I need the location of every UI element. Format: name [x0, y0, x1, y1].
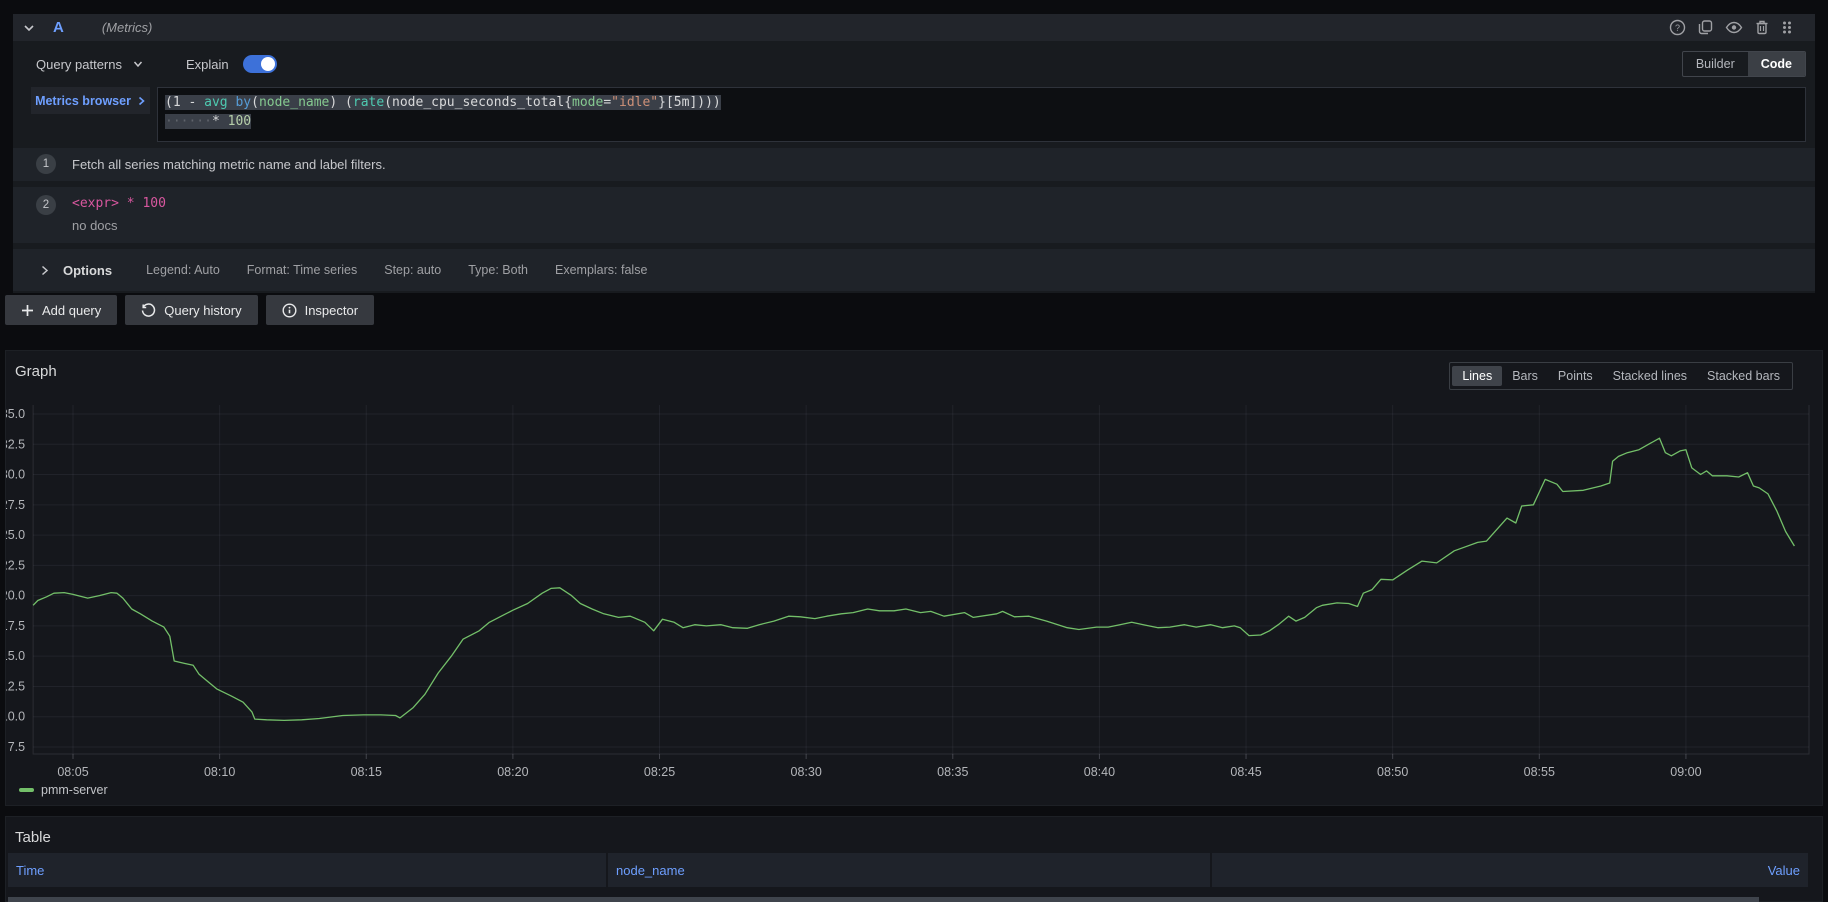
legend-series-label: pmm-server: [41, 783, 108, 797]
inspector-label: Inspector: [305, 303, 358, 318]
svg-text:22.5: 22.5: [6, 558, 25, 572]
svg-text:7.5: 7.5: [8, 740, 25, 754]
svg-text:17.5: 17.5: [6, 619, 25, 633]
metrics-browser-label: Metrics browser: [35, 94, 131, 108]
svg-text:25.0: 25.0: [6, 528, 25, 542]
svg-text:08:25: 08:25: [644, 765, 675, 779]
add-query-button[interactable]: Add query: [5, 295, 117, 325]
trash-icon[interactable]: [1754, 19, 1770, 36]
graph-panel: Graph Lines Bars Points Stacked lines St…: [5, 350, 1823, 806]
info-icon: [282, 303, 297, 318]
explain-expression: <expr> * 100: [72, 196, 166, 211]
svg-text:15.0: 15.0: [6, 649, 25, 663]
table-panel: Table Time node_name Value: [5, 816, 1823, 902]
query-history-label: Query history: [164, 303, 241, 318]
step-number-badge: 2: [36, 195, 56, 215]
options-label: Options: [63, 263, 112, 278]
copy-icon[interactable]: [1697, 19, 1714, 36]
svg-text:08:30: 08:30: [791, 765, 822, 779]
datasource-hint: (Metrics): [102, 20, 153, 35]
option-step: Step: auto: [384, 263, 441, 277]
svg-text:08:55: 08:55: [1524, 765, 1555, 779]
table-column-node-name[interactable]: node_name: [608, 853, 1210, 887]
svg-text:08:35: 08:35: [937, 765, 968, 779]
explain-toggle[interactable]: [243, 55, 277, 73]
promql-code-editor[interactable]: (1 - avg by(node_name) (rate(node_cpu_se…: [157, 87, 1806, 142]
svg-text:20.0: 20.0: [6, 589, 25, 603]
option-type: Type: Both: [468, 263, 528, 277]
svg-text:?: ?: [1675, 23, 1680, 33]
table-column-time[interactable]: Time: [8, 853, 606, 887]
explore-actions: Add query Query history Inspector: [5, 295, 374, 325]
explore-page: A (Metrics) ? Query: [0, 0, 1828, 902]
table-panel-title: Table: [15, 829, 51, 846]
collapse-chevron-down-icon[interactable]: [22, 21, 36, 35]
query-patterns-button[interactable]: Query patterns: [36, 57, 122, 72]
explain-no-docs: no docs: [72, 218, 118, 233]
query-editor-card: A (Metrics) ? Query: [13, 14, 1815, 293]
explain-label: Explain: [186, 57, 229, 72]
svg-text:30.0: 30.0: [6, 468, 25, 482]
builder-mode-button[interactable]: Builder: [1683, 52, 1748, 76]
eye-icon[interactable]: [1725, 19, 1743, 36]
options-chevron-right-icon[interactable]: [39, 265, 50, 276]
editor-mode-switch: Builder Code: [1682, 51, 1806, 77]
table-header-row: Time node_name Value: [8, 853, 1808, 887]
legend-swatch: [19, 788, 34, 792]
code-line-1: (1 - avg by(node_name) (rate(node_cpu_se…: [165, 95, 721, 110]
history-icon: [141, 303, 156, 318]
query-history-button[interactable]: Query history: [125, 295, 257, 325]
svg-text:35.0: 35.0: [6, 407, 25, 421]
query-row-header[interactable]: A (Metrics) ?: [13, 14, 1815, 41]
explain-step-text: Fetch all series matching metric name an…: [72, 157, 386, 172]
svg-text:32.5: 32.5: [6, 437, 25, 451]
code-mode-button[interactable]: Code: [1748, 52, 1805, 76]
svg-text:08:50: 08:50: [1377, 765, 1408, 779]
toggle-knob: [261, 57, 275, 71]
option-legend: Legend: Auto: [146, 263, 220, 277]
chevron-right-icon: [137, 96, 146, 106]
add-query-label: Add query: [42, 303, 101, 318]
explain-step-1: 1 Fetch all series matching metric name …: [13, 148, 1815, 181]
svg-text:10.0: 10.0: [6, 710, 25, 724]
query-toolbar: Query patterns Explain Builder Code: [13, 41, 1815, 87]
svg-text:12.5: 12.5: [6, 679, 25, 693]
table-column-value[interactable]: Value: [1212, 853, 1808, 887]
svg-text:08:20: 08:20: [497, 765, 528, 779]
query-ref-id: A: [53, 19, 64, 36]
svg-text:08:10: 08:10: [204, 765, 235, 779]
help-icon[interactable]: ?: [1669, 19, 1686, 36]
inspector-button[interactable]: Inspector: [266, 295, 374, 325]
option-format: Format: Time series: [247, 263, 357, 277]
svg-text:08:45: 08:45: [1230, 765, 1261, 779]
option-exemplars: Exemplars: false: [555, 263, 647, 277]
graph-canvas[interactable]: 7.5 10.0 12.5 15.0 17.5 20.0 22.5 25.0 27.5 30.0 3…: [6, 351, 1824, 807]
step-number-badge: 1: [36, 154, 56, 174]
plus-icon: [21, 304, 34, 317]
table-partial-row: [8, 897, 1759, 902]
query-patterns-chevron-down-icon[interactable]: [132, 58, 144, 70]
svg-text:09:00: 09:00: [1670, 765, 1701, 779]
code-line-2: ······* 100: [165, 114, 251, 129]
options-row[interactable]: Options Legend: Auto Format: Time series…: [13, 249, 1815, 291]
explain-step-2: 2 <expr> * 100 no docs: [13, 187, 1815, 243]
grip-icon[interactable]: [1781, 19, 1793, 36]
svg-text:08:05: 08:05: [57, 765, 88, 779]
metrics-browser-button[interactable]: Metrics browser: [31, 87, 150, 114]
svg-text:08:40: 08:40: [1084, 765, 1115, 779]
svg-text:27.5: 27.5: [6, 498, 25, 512]
svg-text:08:15: 08:15: [351, 765, 382, 779]
